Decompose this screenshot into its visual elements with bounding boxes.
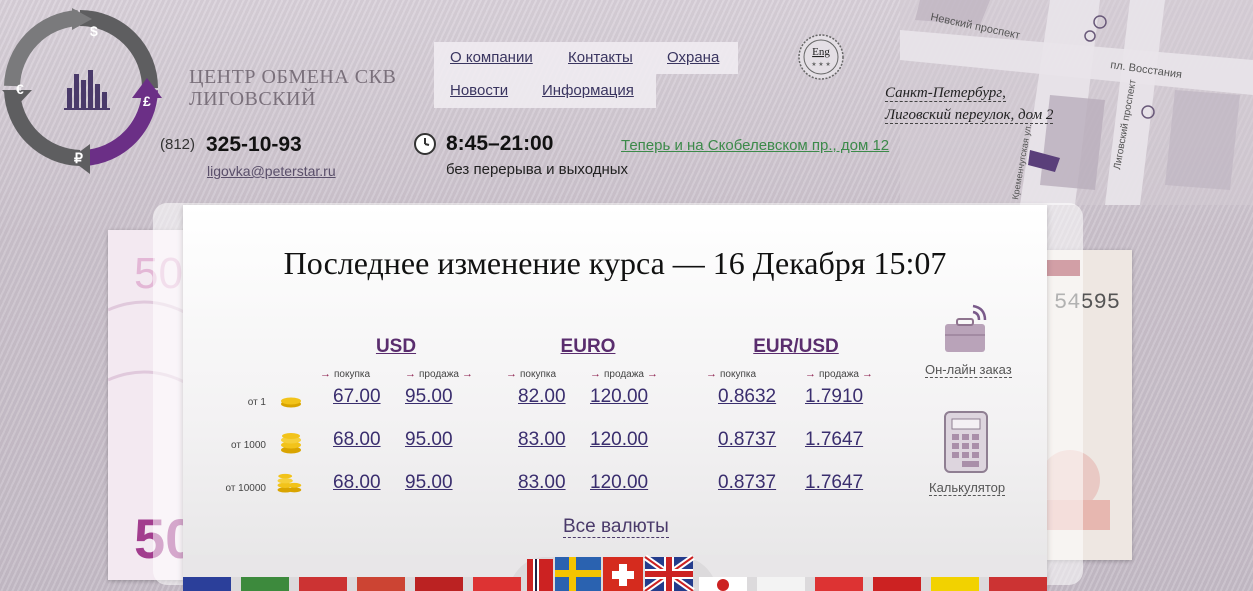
rate-euro-buy-1[interactable]: 82.00 [518, 386, 566, 408]
rate-eurusd-sell-1000[interactable]: 1.7647 [805, 429, 863, 451]
svg-text:€: € [16, 81, 24, 97]
rate-usd-sell-1[interactable]: 95.00 [405, 386, 453, 408]
brand-name: ЦЕНТР ОБМЕНА СКВ ЛИГОВСКИЙ [189, 66, 396, 110]
coins-medium-icon [281, 433, 301, 454]
rate-usd-sell-10000[interactable]: 95.00 [405, 472, 453, 494]
flag-icon [241, 577, 289, 591]
clock-icon [414, 133, 436, 155]
flag-norway-icon [527, 559, 553, 591]
flag-switzerland-icon [603, 557, 643, 591]
svg-text:₽: ₽ [74, 150, 83, 166]
phone-code: (812) [160, 136, 196, 153]
coins-small-icon [281, 397, 301, 408]
svg-text:Eng: Eng [812, 46, 830, 58]
buy-label: покупка [506, 368, 556, 380]
sell-label: продажа [590, 368, 658, 380]
rate-euro-sell-1000[interactable]: 120.00 [590, 429, 648, 451]
rate-eurusd-buy-1[interactable]: 0.8632 [718, 386, 776, 408]
rate-euro-sell-10000[interactable]: 120.00 [590, 472, 648, 494]
flag-icon [815, 577, 863, 591]
menu-item-info[interactable]: Информация [542, 82, 634, 99]
rate-euro-buy-10000[interactable]: 83.00 [518, 472, 566, 494]
calculator-link[interactable]: Калькулятор [929, 480, 1006, 496]
address-city[interactable]: Санкт-Петербург, [885, 85, 1006, 102]
flag-icon [357, 577, 405, 591]
brand-line-1: ЦЕНТР ОБМЕНА СКВ [189, 66, 397, 88]
flags-strip [183, 555, 1047, 591]
brand-line-2: ЛИГОВСКИЙ [189, 88, 316, 110]
flag-icon [415, 577, 463, 591]
language-switch-button[interactable]: Eng ★ ★ ★ [797, 33, 845, 81]
new-branch-link[interactable]: Теперь и на Скобелевском пр., дом 12 [621, 137, 889, 154]
buy-label: покупка [320, 368, 370, 380]
flag-icon [473, 577, 521, 591]
menu-item-security[interactable]: Охрана [667, 49, 719, 66]
menu-item-contacts[interactable]: Контакты [568, 49, 633, 66]
rate-eurusd-buy-10000[interactable]: 0.8737 [718, 472, 776, 494]
rate-usd-buy-10000[interactable]: 68.00 [333, 472, 381, 494]
svg-text:★ ★ ★: ★ ★ ★ [811, 61, 830, 68]
flag-icon [299, 577, 347, 591]
all-currencies-link[interactable]: Все валюты [563, 516, 669, 538]
rate-usd-buy-1[interactable]: 67.00 [333, 386, 381, 408]
rate-usd-sell-1000[interactable]: 95.00 [405, 429, 453, 451]
rate-eurusd-buy-1000[interactable]: 0.8737 [718, 429, 776, 451]
tier-label: от 1000 [231, 440, 266, 451]
working-hours-note: без перерыва и выходных [446, 161, 629, 178]
tier-label: от 1 [247, 397, 266, 408]
sell-label: продажа [405, 368, 473, 380]
logo-icon[interactable]: $ € £ ₽ [2, 8, 162, 178]
main-menu: О компании Контакты Охрана Новости Инфор… [434, 42, 738, 108]
email-link[interactable]: ligovka@peterstar.ru [207, 163, 336, 179]
buy-label: покупка [706, 368, 756, 380]
rate-usd-buy-1000[interactable]: 68.00 [333, 429, 381, 451]
rate-eurusd-sell-1[interactable]: 1.7910 [805, 386, 863, 408]
phone-number[interactable]: 325-10-93 [206, 133, 302, 157]
currency-header-euro[interactable]: EURO [528, 336, 648, 358]
rate-euro-sell-1[interactable]: 120.00 [590, 386, 648, 408]
flag-icon [931, 577, 979, 591]
sell-label: продажа [805, 368, 873, 380]
online-order-link[interactable]: Он-лайн заказ [925, 362, 1012, 378]
flag-sweden-icon [555, 557, 601, 591]
flag-icon [989, 577, 1047, 591]
menu-item-about[interactable]: О компании [450, 49, 533, 66]
address-street[interactable]: Лиговский переулок, дом 2 [885, 107, 1054, 124]
flag-eu-icon [183, 577, 231, 591]
rates-title: Последнее изменение курса — 16 Декабря 1… [283, 245, 947, 281]
coins-large-icon [277, 473, 302, 493]
calculator-icon[interactable] [943, 410, 989, 474]
flag-uk-icon [643, 555, 695, 591]
svg-text:£: £ [143, 93, 151, 109]
flag-icon [873, 577, 921, 591]
currency-header-usd[interactable]: USD [336, 336, 456, 358]
rate-euro-buy-1000[interactable]: 83.00 [518, 429, 566, 451]
menu-item-news[interactable]: Новости [450, 82, 508, 99]
briefcase-icon[interactable] [943, 302, 989, 356]
address[interactable]: Санкт-Петербург, Лиговский переулок, дом… [885, 82, 1054, 126]
currency-header-eurusd[interactable]: EUR/USD [736, 336, 856, 358]
tier-label: от 10000 [225, 483, 266, 494]
flag-icon [757, 577, 805, 591]
rate-eurusd-sell-10000[interactable]: 1.7647 [805, 472, 863, 494]
working-hours: 8:45–21:00 [446, 132, 554, 155]
svg-text:$: $ [90, 23, 98, 39]
